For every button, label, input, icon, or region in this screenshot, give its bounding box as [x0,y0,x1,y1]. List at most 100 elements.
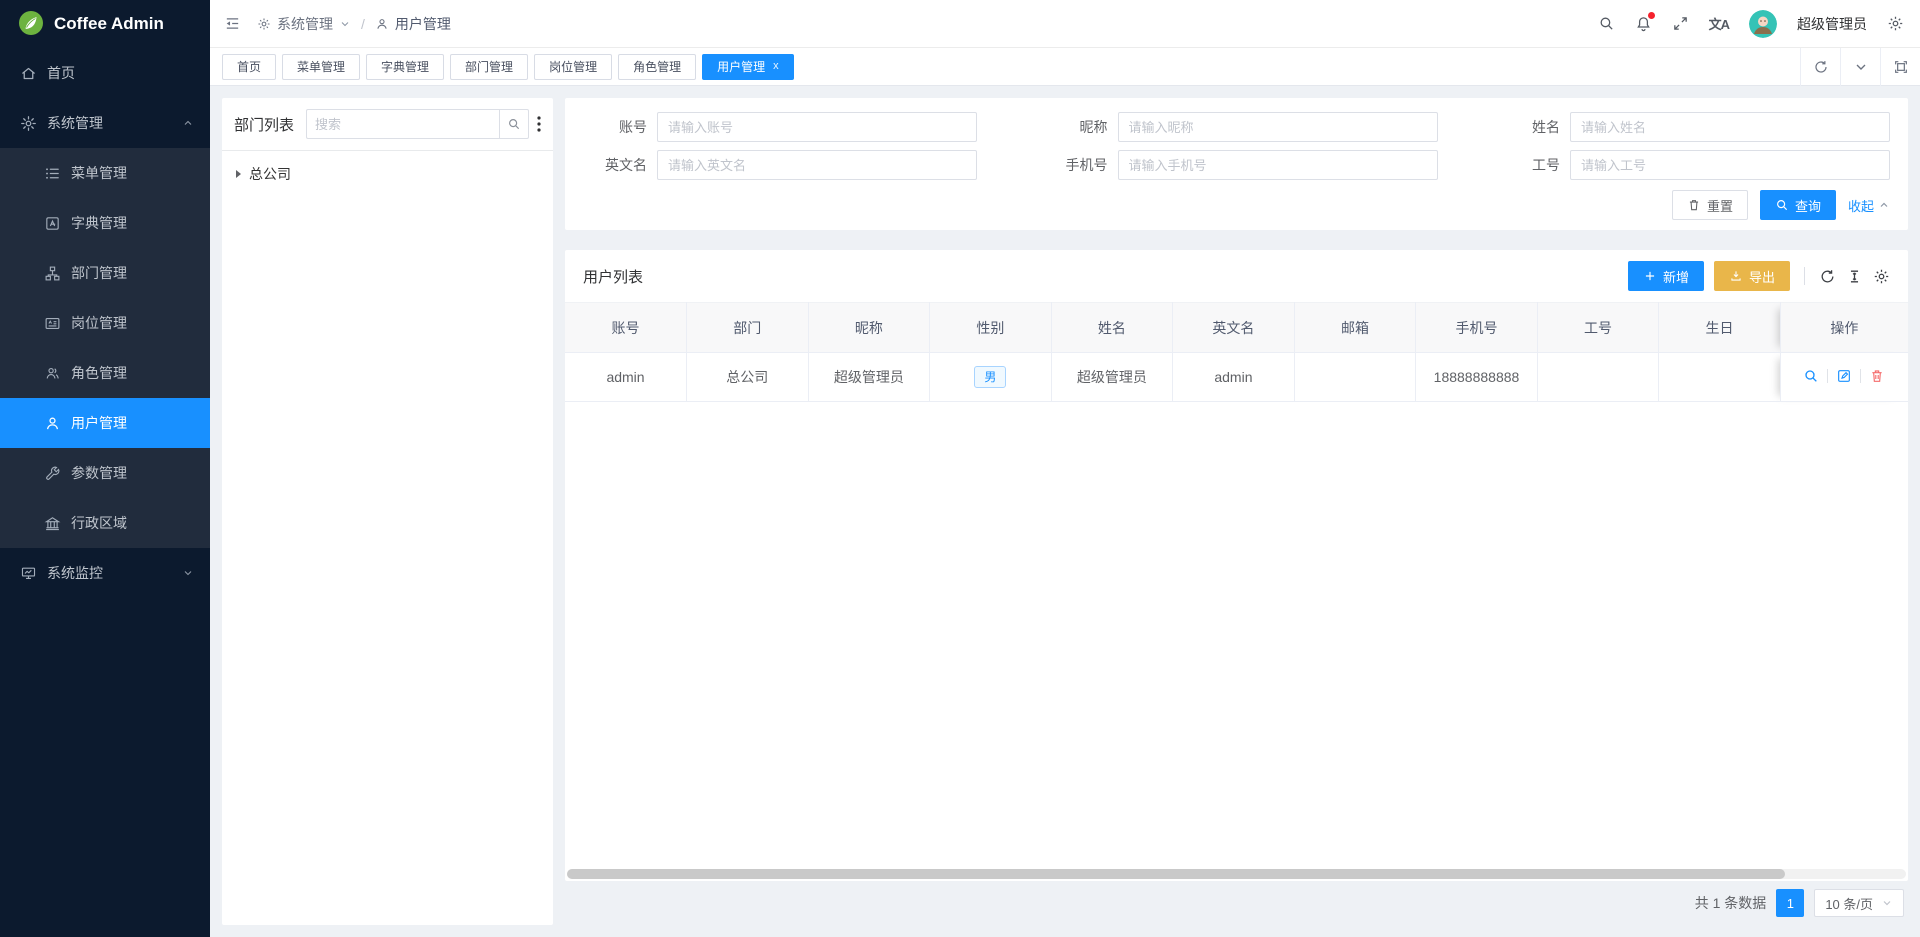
column-settings-button[interactable] [1873,268,1890,285]
tab-bar: 首页 菜单管理 字典管理 部门管理 岗位管理 角色管理 用户管理 x [210,48,1920,86]
query-button[interactable]: 查询 [1760,190,1836,220]
sidebar-item-role-mgmt[interactable]: 角色管理 [0,348,210,398]
department-search-input[interactable] [306,109,499,139]
sidebar-item-home[interactable]: 首页 [0,48,210,98]
add-user-button[interactable]: 新增 [1628,261,1704,291]
maximize-content-button[interactable] [1880,48,1920,86]
view-row-button[interactable] [1803,368,1819,384]
cell-account: admin [565,353,687,402]
tree-node-root[interactable]: 总公司 [232,159,543,189]
table-toolbar: 新增 导出 [1628,261,1890,291]
bank-icon [44,515,61,532]
tab-menu-mgmt[interactable]: 菜单管理 [282,54,360,80]
table-card-header: 用户列表 新增 导出 [565,250,1908,302]
department-more-button[interactable] [537,116,541,132]
sex-tag: 男 [974,366,1006,388]
account-input[interactable] [657,112,977,142]
department-panel-title: 部门列表 [234,114,294,135]
cell-nickname: 超级管理员 [808,353,930,402]
tab-user-mgmt[interactable]: 用户管理 x [702,54,794,80]
breadcrumb-level1[interactable]: 系统管理 [277,14,333,34]
sidebar-item-menu-mgmt[interactable]: 菜单管理 [0,148,210,198]
col-header-sex: 性别 [930,303,1052,353]
avatar[interactable] [1749,10,1777,38]
home-icon [20,65,37,82]
page-size-select[interactable]: 10 条/页 [1814,889,1904,917]
sidebar-item-system-mgmt[interactable]: 系统管理 [0,98,210,148]
gear-icon [1873,268,1890,285]
tab-label: 首页 [237,58,261,75]
tab-label: 岗位管理 [549,58,597,75]
english-name-input[interactable] [657,150,977,180]
sidebar-item-param-mgmt[interactable]: 参数管理 [0,448,210,498]
search-icon [1803,368,1819,384]
user-table: 账号 部门 昵称 性别 姓名 英文名 邮箱 手机号 工号 生日 操作 [565,302,1908,402]
app-logo[interactable]: Coffee Admin [0,0,210,48]
translate-button[interactable]: 文A [1709,14,1729,33]
sidebar-item-system-monitor[interactable]: 系统监控 [0,548,210,598]
collapse-form-link[interactable]: 收起 [1848,196,1890,215]
fullscreen-icon [1672,15,1689,32]
delete-row-button[interactable] [1869,368,1885,384]
reset-button[interactable]: 重置 [1672,190,1748,220]
sidebar-submenu: 菜单管理 字典管理 部门管理 岗位管理 角色管理 用户管理 [0,148,210,548]
department-search-button[interactable] [499,109,529,139]
department-panel-header: 部门列表 [222,98,553,151]
edit-row-button[interactable] [1836,368,1852,384]
col-header-actions: 操作 [1780,303,1908,353]
sidebar-collapse-button[interactable] [224,15,241,32]
sidebar-item-admin-region[interactable]: 行政区域 [0,498,210,548]
notifications-button[interactable] [1635,15,1652,32]
fullscreen-button[interactable] [1672,15,1689,32]
tab-close-icon[interactable]: x [773,61,779,72]
field-job-number: 工号 [1510,150,1890,180]
name-input[interactable] [1570,112,1890,142]
edit-icon [1836,368,1852,384]
tab-label: 角色管理 [633,58,681,75]
tab-dict-mgmt[interactable]: 字典管理 [366,54,444,80]
row-height-button[interactable] [1846,268,1863,285]
table-row[interactable]: admin 总公司 超级管理员 男 超级管理员 admin 1888888888… [565,353,1908,402]
user-icon [44,415,61,432]
phone-input[interactable] [1118,150,1438,180]
global-search-button[interactable] [1598,15,1615,32]
field-phone: 手机号 [1050,150,1438,180]
sidebar-item-dict-mgmt[interactable]: 字典管理 [0,198,210,248]
refresh-tab-button[interactable] [1800,48,1840,86]
export-button[interactable]: 导出 [1714,261,1790,291]
col-header-birthday: 生日 [1659,303,1781,353]
tab-post-mgmt[interactable]: 岗位管理 [534,54,612,80]
job-number-input[interactable] [1570,150,1890,180]
tab-label: 字典管理 [381,58,429,75]
settings-button[interactable] [1887,15,1904,32]
cell-phone: 18888888888 [1416,353,1538,402]
scrollbar-thumb[interactable] [567,869,1785,879]
table-title: 用户列表 [583,266,1628,287]
reset-button-label: 重置 [1707,196,1733,215]
sidebar-item-dept-mgmt[interactable]: 部门管理 [0,248,210,298]
tab-role-mgmt[interactable]: 角色管理 [618,54,696,80]
tab-dept-mgmt[interactable]: 部门管理 [450,54,528,80]
trash-icon [1687,198,1701,212]
sidebar-item-label: 菜单管理 [71,163,194,183]
chevron-down-icon[interactable] [339,18,351,30]
nickname-input[interactable] [1118,112,1438,142]
plus-icon [1643,269,1657,283]
sidebar-item-label: 系统监控 [47,563,182,583]
cell-sex: 男 [930,353,1052,402]
sidebar: Coffee Admin 首页 系统管理 菜单管理 字典管理 部门管理 [0,0,210,937]
page-number-button[interactable]: 1 [1776,889,1804,917]
sidebar-item-post-mgmt[interactable]: 岗位管理 [0,298,210,348]
department-tree: 总公司 [222,151,553,197]
collapse-menu-icon [224,15,241,32]
current-username[interactable]: 超级管理员 [1797,14,1867,34]
id-card-icon [44,315,61,332]
sidebar-item-user-mgmt[interactable]: 用户管理 [0,398,210,448]
chevron-down-icon [1853,59,1869,75]
right-column: 账号 昵称 姓名 英文名 [565,98,1908,925]
refresh-table-button[interactable] [1819,268,1836,285]
caret-right-icon[interactable] [236,170,241,178]
horizontal-scrollbar[interactable] [567,869,1906,879]
tab-menu-dropdown-button[interactable] [1840,48,1880,86]
tab-home[interactable]: 首页 [222,54,276,80]
